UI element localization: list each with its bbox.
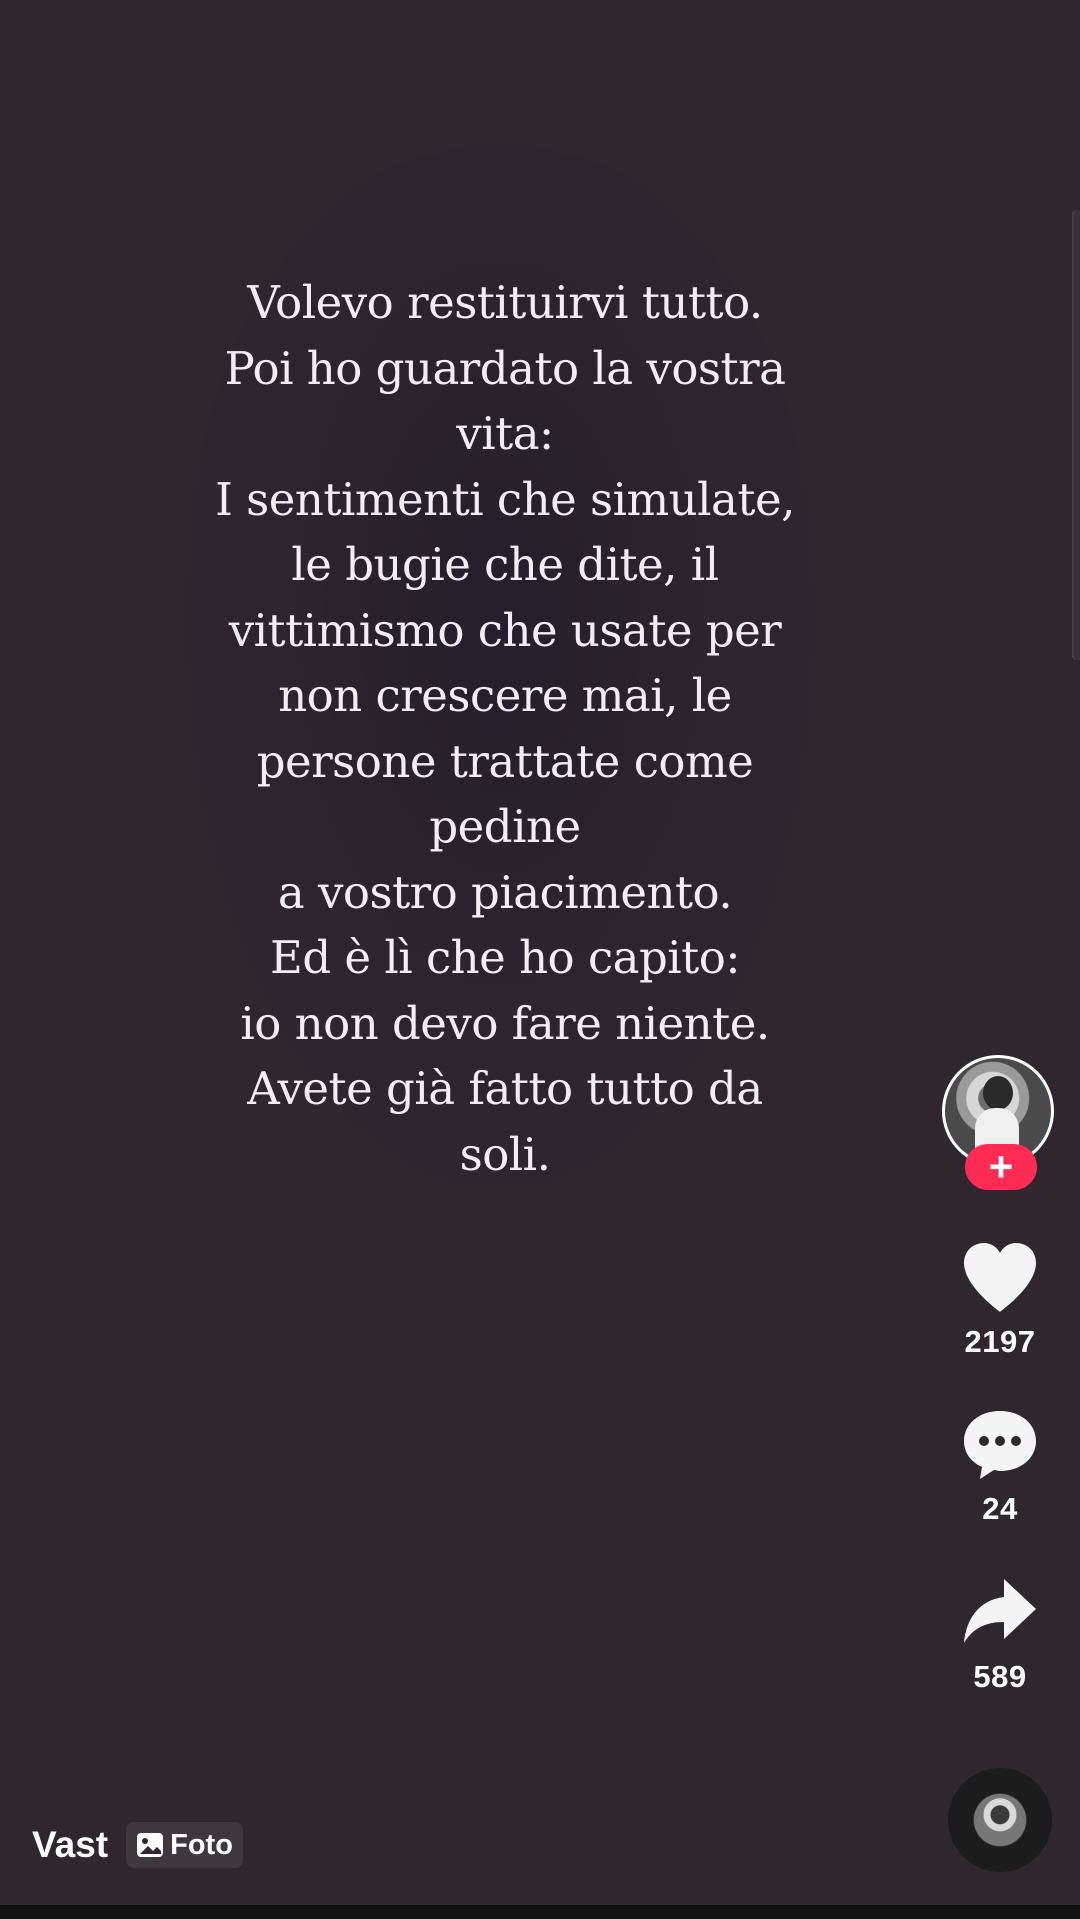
photo-mode-label: Foto	[170, 1828, 233, 1861]
comment-button[interactable]: 24	[940, 1407, 1060, 1527]
quote-line: vita:	[456, 407, 554, 460]
music-disc-button[interactable]	[948, 1768, 1052, 1872]
quote-line: Poi ho guardato la vostra	[224, 341, 786, 395]
follow-button[interactable]: +	[965, 1144, 1037, 1190]
bottom-edge	[0, 1905, 1080, 1919]
heart-icon[interactable]	[960, 1240, 1040, 1314]
quote-line: Ed è lì che ho capito:	[269, 931, 741, 984]
comment-icon[interactable]	[960, 1407, 1040, 1481]
avatar-head	[983, 1076, 1013, 1110]
photo-icon	[137, 1833, 164, 1857]
author-avatar-button[interactable]: +	[942, 1055, 1054, 1190]
quote-line: io non devo fare niente.	[240, 996, 770, 1050]
post-info-bar: Vast Foto	[32, 1820, 243, 1870]
comment-count: 24	[982, 1491, 1018, 1526]
like-button[interactable]: 2197	[940, 1240, 1060, 1360]
quote-line: le bugie che dite, il	[291, 538, 719, 591]
quote-line: non crescere mai, le	[278, 669, 732, 722]
photo-mode-badge[interactable]: Foto	[126, 1822, 243, 1868]
quote-line: a vostro piacimento.	[277, 865, 733, 919]
share-arrow-icon[interactable]	[960, 1575, 1040, 1649]
music-disc-cover	[974, 1794, 1026, 1846]
quote-line: Avete già fatto tutto da	[247, 1062, 763, 1115]
quote-line: pedine	[429, 800, 581, 853]
share-count: 589	[973, 1659, 1027, 1694]
post-quote-text: Volevo restituirvi tutto. Poi ho guardat…	[150, 270, 860, 1187]
side-panel-handle[interactable]	[1072, 210, 1080, 660]
quote-line: vittimismo che usate per	[228, 603, 782, 657]
share-button[interactable]: 589	[940, 1575, 1060, 1695]
author-username[interactable]: Vast	[32, 1824, 108, 1866]
like-count: 2197	[964, 1324, 1036, 1359]
quote-line: I sentimenti che simulate,	[215, 472, 795, 526]
tiktok-photo-post: Volevo restituirvi tutto. Poi ho guardat…	[0, 0, 1080, 1919]
quote-line: persone trattate come	[256, 734, 754, 788]
quote-line: soli.	[459, 1127, 551, 1181]
quote-line: Volevo restituirvi tutto.	[247, 276, 763, 329]
